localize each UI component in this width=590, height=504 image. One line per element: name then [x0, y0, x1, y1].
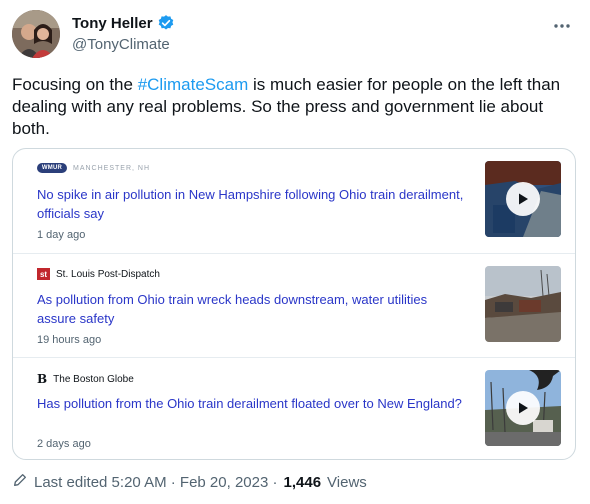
boston-globe-logo-icon: B	[37, 372, 48, 386]
avatar[interactable]	[12, 10, 60, 58]
news-thumbnail[interactable]	[485, 266, 561, 342]
news-source: WMUR MANCHESTER, NH	[37, 163, 150, 173]
pencil-icon	[12, 472, 28, 492]
news-source-name: MANCHESTER, NH	[73, 164, 151, 172]
play-icon[interactable]	[506, 182, 540, 216]
play-icon[interactable]	[506, 391, 540, 425]
tweet-meta: Last edited 5:20 AM · Feb 20, 2023 · 1,4…	[12, 472, 367, 492]
news-source-name: The Boston Globe	[53, 373, 134, 385]
news-item[interactable]: st St. Louis Post-Dispatch As pollution …	[13, 253, 575, 357]
news-item[interactable]: WMUR MANCHESTER, NH No spike in air poll…	[13, 149, 575, 253]
views-label: Views	[327, 473, 367, 491]
news-source: st St. Louis Post-Dispatch	[37, 268, 160, 280]
news-headline[interactable]: Has pollution from the Ohio train derail…	[37, 394, 467, 413]
user-handle[interactable]: @TonyClimate	[72, 36, 175, 53]
views-count[interactable]: 1,446	[284, 474, 322, 491]
news-age: 19 hours ago	[37, 334, 102, 346]
news-item[interactable]: B The Boston Globe Has pollution from th…	[13, 357, 575, 459]
news-age: 2 days ago	[37, 438, 91, 450]
tweet-text: Focusing on the #ClimateScam is much eas…	[12, 74, 578, 140]
wmur-logo-icon: WMUR	[37, 163, 67, 173]
news-headline[interactable]: As pollution from Ohio train wreck heads…	[37, 290, 467, 328]
hashtag-link[interactable]: #ClimateScam	[138, 75, 249, 94]
display-name[interactable]: Tony Heller	[72, 15, 153, 32]
news-age: 1 day ago	[37, 229, 86, 241]
news-headline[interactable]: No spike in air pollution in New Hampshi…	[37, 185, 467, 223]
last-edited-text[interactable]: Last edited 5:20 AM · Feb 20, 2023 ·	[34, 474, 278, 491]
verified-badge-icon[interactable]	[157, 14, 175, 32]
news-source-name: St. Louis Post-Dispatch	[56, 268, 160, 280]
tweet-text-before: Focusing on the	[12, 75, 138, 94]
news-source: B The Boston Globe	[37, 372, 134, 386]
stl-logo-icon: st	[37, 268, 50, 280]
more-horizontal-icon[interactable]	[550, 16, 574, 36]
news-card: WMUR MANCHESTER, NH No spike in air poll…	[12, 148, 576, 460]
news-thumbnail[interactable]	[485, 161, 561, 237]
tweet-header: Tony Heller @TonyClimate	[12, 10, 578, 62]
news-thumbnail[interactable]	[485, 370, 561, 446]
